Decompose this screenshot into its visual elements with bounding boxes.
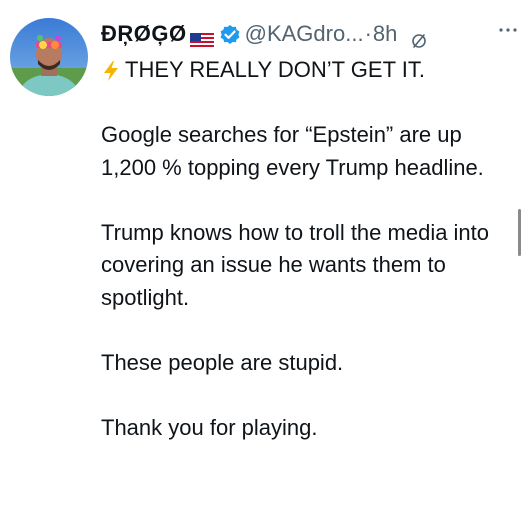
tweet-lead: THEY REALLY DON’T GET IT. [125, 57, 425, 82]
tweet-paragraph: Thank you for playing. [101, 414, 318, 440]
avatar[interactable] [10, 18, 88, 96]
tweet-header: ĐŖØĢØ @KAGdro... · 8h [101, 18, 427, 50]
grok-icon[interactable] [411, 26, 427, 48]
timestamp[interactable]: 8h [373, 18, 397, 50]
tweet-text: THEY REALLY DON’T GET IT. Google searche… [101, 54, 511, 444]
tweet[interactable]: ĐŖØĢØ @KAGdro... · 8h THEY REALLY DON’T … [0, 0, 526, 506]
user-handle[interactable]: @KAGdro... [245, 18, 364, 50]
us-flag-icon [189, 26, 214, 49]
scrollbar-thumb[interactable] [518, 209, 521, 256]
verified-badge-icon[interactable] [219, 23, 241, 45]
tweet-paragraph: These people are stupid. [101, 349, 344, 375]
lightning-bolt-icon [101, 59, 121, 82]
more-icon[interactable] [496, 22, 520, 38]
tweet-lead-line: THEY REALLY DON’T GET IT. [101, 54, 511, 87]
tweet-paragraph: Google searches for “Epstein” are up 1,2… [101, 122, 484, 180]
separator-dot: · [364, 21, 372, 46]
display-name[interactable]: ĐŖØĢØ [101, 18, 187, 50]
tweet-paragraph: Trump knows how to troll the media into … [101, 219, 490, 310]
